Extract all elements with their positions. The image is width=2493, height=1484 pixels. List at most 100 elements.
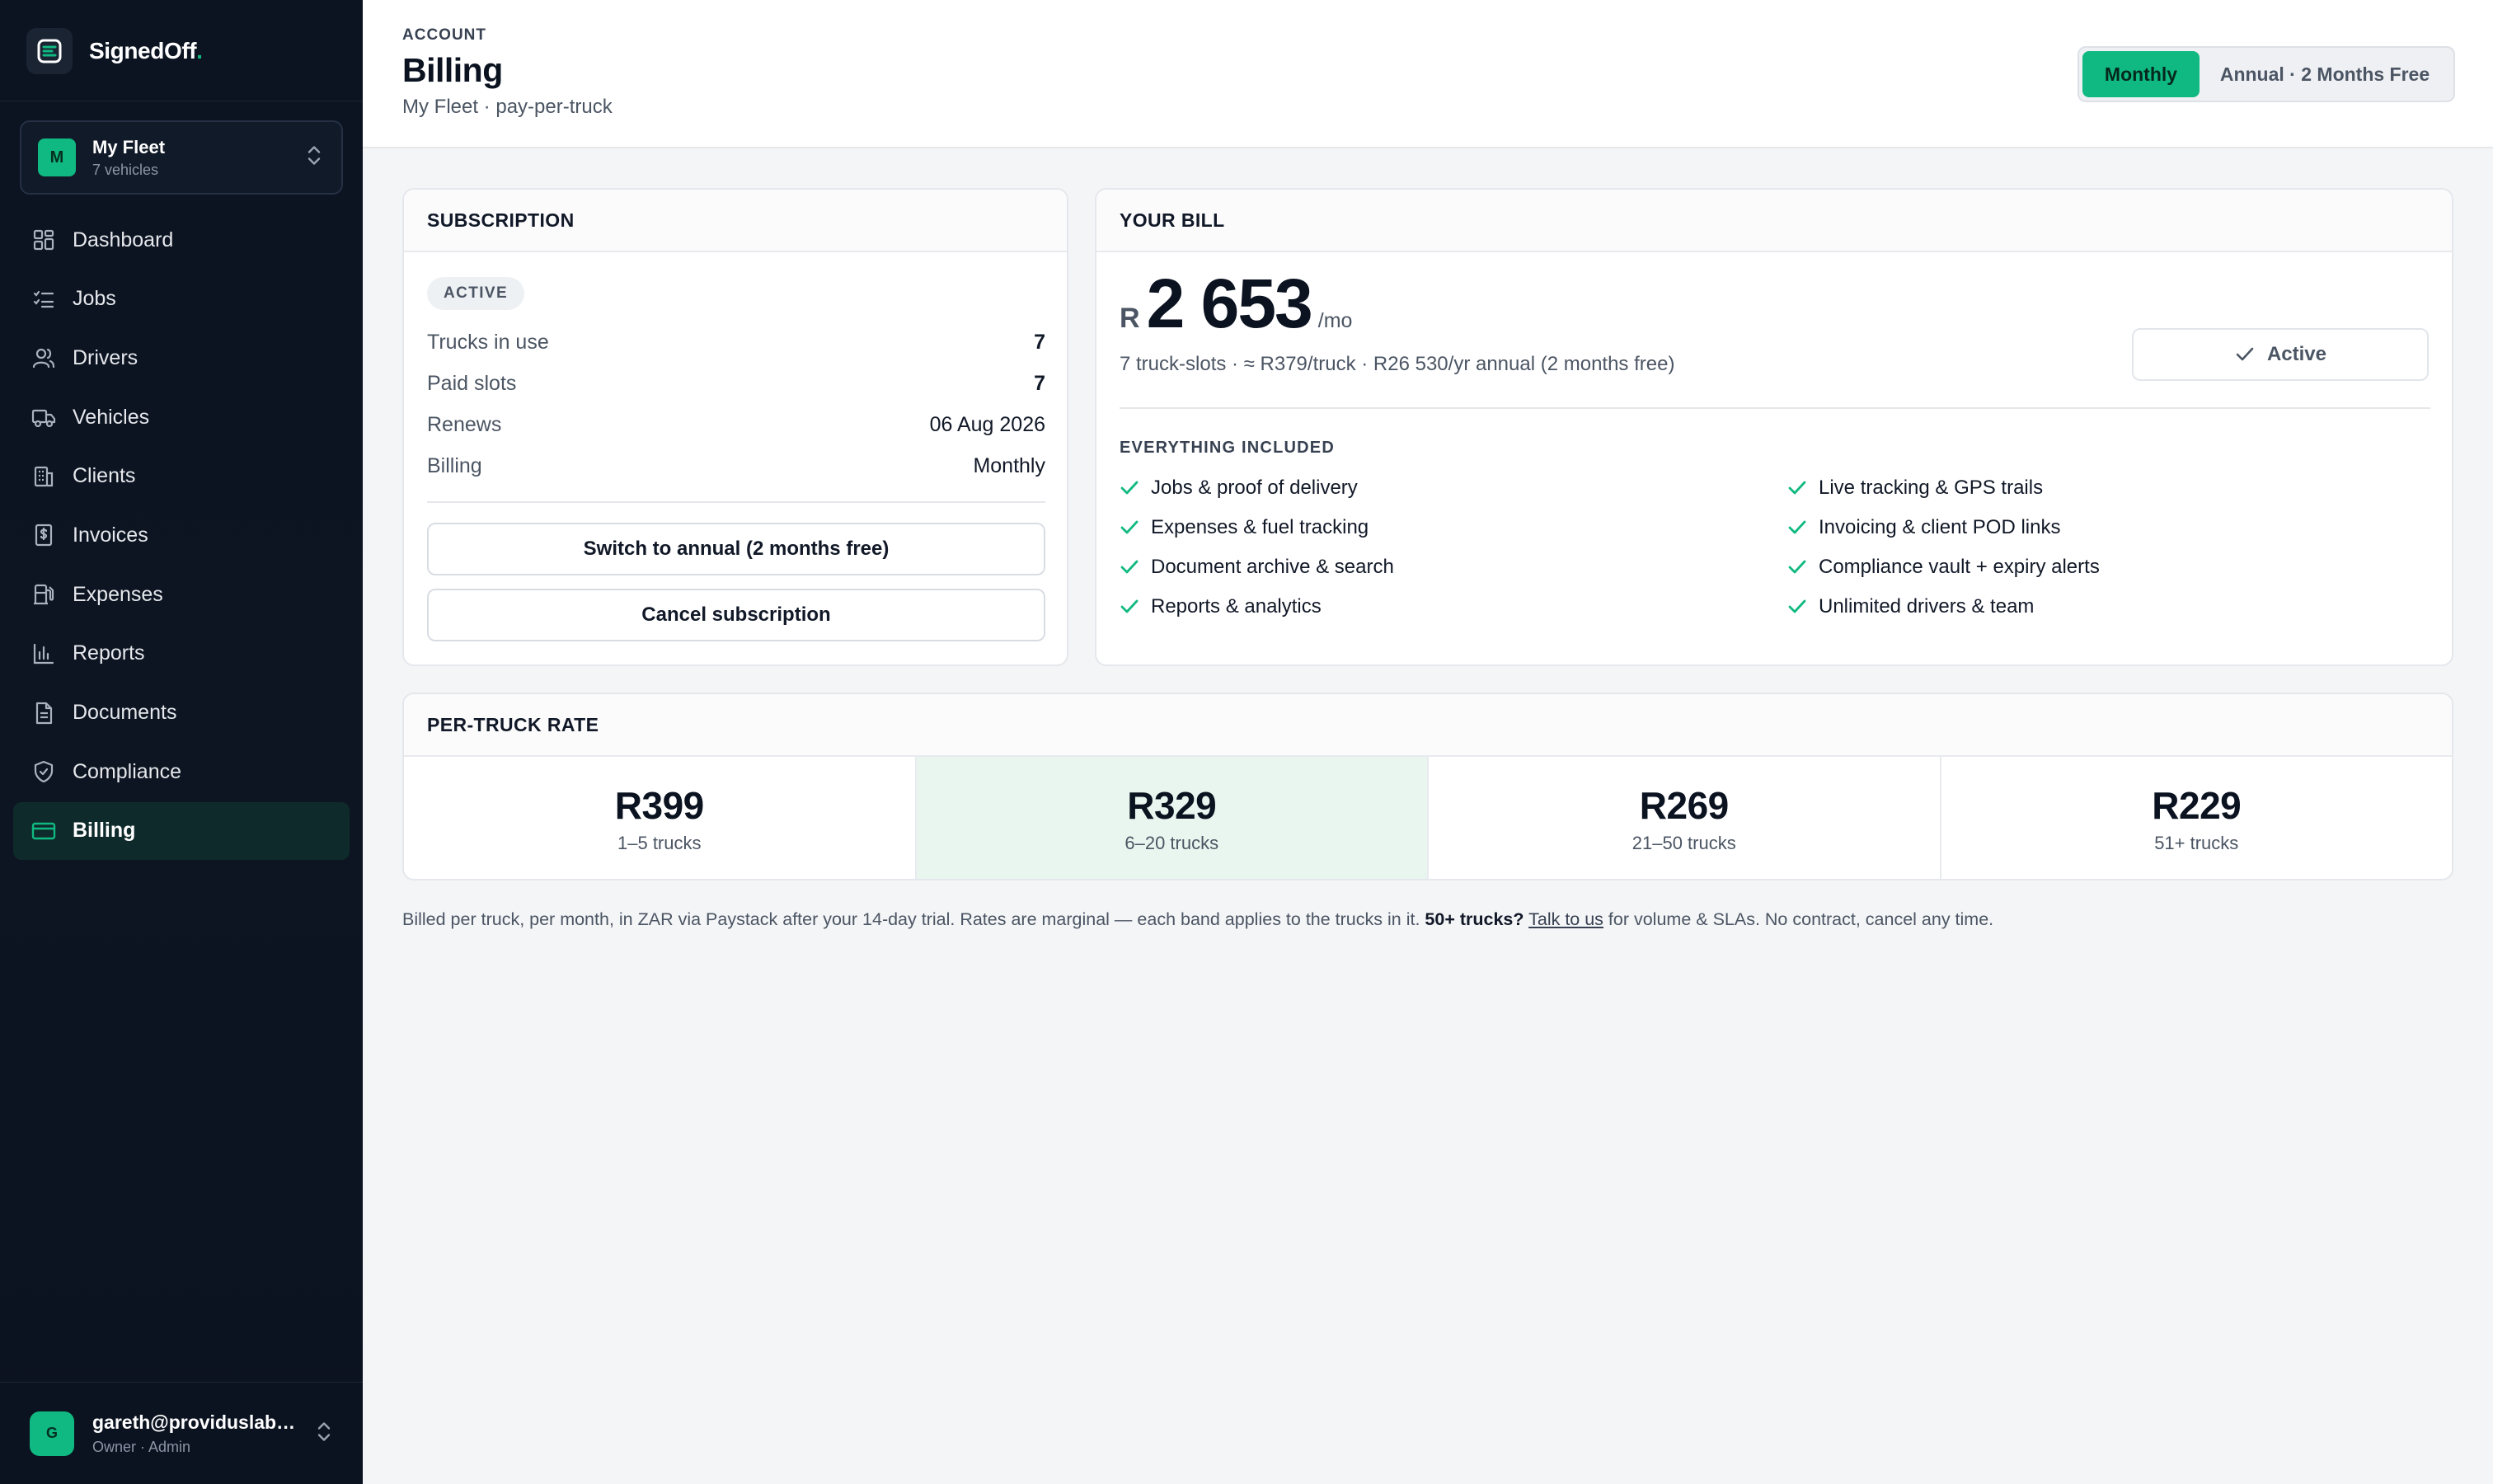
sidebar-item-dashboard[interactable]: Dashboard xyxy=(13,211,350,269)
fleet-switcher[interactable]: M My Fleet 7 vehicles xyxy=(20,120,343,195)
bill-price: R 2 653 /mo xyxy=(1120,269,1352,338)
feature-item: Document archive & search xyxy=(1120,556,1394,579)
shield-icon xyxy=(30,758,58,786)
cancel-subscription-button[interactable]: Cancel subscription xyxy=(427,589,1045,641)
bill-breakdown: 7 truck-slots · ≈ R379/truck · R26 530/y… xyxy=(1120,353,1675,375)
status-badge: ACTIVE xyxy=(427,277,525,310)
feature-label: Document archive & search xyxy=(1151,556,1394,578)
page-header: ACCOUNT Billing My Fleet · pay-per-truck… xyxy=(363,0,2493,148)
check-icon xyxy=(1120,518,1141,538)
feature-label: Expenses & fuel tracking xyxy=(1151,516,1369,538)
sidebar-item-reports[interactable]: Reports xyxy=(13,625,350,683)
detail-row: Billing Monthly xyxy=(427,454,1045,478)
sidebar-item-label: Reports xyxy=(73,641,145,665)
footnote-text: Billed per truck, per month, in ZAR via … xyxy=(402,909,1425,929)
page-title: Billing xyxy=(402,51,503,89)
rate-tier: R399 1–5 trucks xyxy=(404,757,917,879)
tier-range: 51+ trucks xyxy=(2154,833,2239,853)
signedoff-logo-icon xyxy=(26,28,73,74)
sidebar-item-label: Invoices xyxy=(73,523,148,547)
detail-row: Renews 06 Aug 2026 xyxy=(427,413,1045,437)
sidebar-item-drivers[interactable]: Drivers xyxy=(13,329,350,387)
feature-item: Jobs & proof of delivery xyxy=(1120,477,1358,500)
toggle-annual[interactable]: Annual · 2 Months Free xyxy=(2200,51,2450,97)
check-icon xyxy=(1120,597,1141,617)
tier-price: R329 xyxy=(1127,784,1217,827)
card-title: SUBSCRIPTION xyxy=(404,190,1067,252)
bar-chart-icon xyxy=(30,640,58,668)
divider xyxy=(427,501,1045,503)
building-icon xyxy=(30,463,58,491)
rate-tiers: R399 1–5 trucks R329 6–20 trucks R269 21… xyxy=(404,757,2453,879)
sidebar-item-invoices[interactable]: Invoices xyxy=(13,506,350,564)
price-period: /mo xyxy=(1317,309,1353,332)
sidebar: SignedOff. M My Fleet 7 vehicles Dashboa… xyxy=(0,0,363,1484)
feature-item: Compliance vault + expiry alerts xyxy=(1787,556,2100,579)
sidebar-item-label: Dashboard xyxy=(73,228,174,251)
truck-icon xyxy=(30,403,58,431)
check-icon xyxy=(1120,478,1141,498)
brand-name: SignedOff. xyxy=(89,38,203,63)
rate-tier: R229 51+ trucks xyxy=(1941,757,2453,879)
divider xyxy=(1120,407,2430,409)
toggle-monthly[interactable]: Monthly xyxy=(2082,51,2200,97)
sidebar-nav: Dashboard Jobs Drivers Vehicles Clients … xyxy=(13,211,350,862)
check-icon xyxy=(2234,344,2256,365)
subscription-card: SUBSCRIPTION ACTIVE Trucks in use 7 Paid… xyxy=(402,188,1068,666)
feature-label: Live tracking & GPS trails xyxy=(1819,477,2044,499)
detail-row: Trucks in use 7 xyxy=(427,331,1045,355)
sidebar-item-documents[interactable]: Documents xyxy=(13,684,350,742)
sidebar-item-label: Expenses xyxy=(73,582,163,606)
tier-range: 21–50 trucks xyxy=(1631,833,1736,853)
sidebar-item-billing[interactable]: Billing xyxy=(13,801,350,860)
sidebar-item-expenses[interactable]: Expenses xyxy=(13,566,350,623)
price-currency: R xyxy=(1120,303,1140,334)
detail-value: 7 xyxy=(1034,331,1045,354)
feature-label: Invoicing & client POD links xyxy=(1819,516,2061,538)
sidebar-item-label: Billing xyxy=(73,819,136,843)
your-bill-card: YOUR BILL R 2 653 /mo 7 truck-slots · ≈ … xyxy=(1095,188,2453,666)
invoice-icon xyxy=(30,521,58,549)
footnote-text: for volume & SLAs. No contract, cancel a… xyxy=(1603,909,1994,929)
footnote-emphasis: 50+ trucks? xyxy=(1425,909,1524,929)
sidebar-item-label: Jobs xyxy=(73,287,116,311)
brand[interactable]: SignedOff. xyxy=(26,26,203,76)
feature-item: Expenses & fuel tracking xyxy=(1120,516,1369,539)
tier-price: R399 xyxy=(614,784,704,827)
feature-item: Unlimited drivers & team xyxy=(1787,595,2034,618)
feature-label: Reports & analytics xyxy=(1151,595,1322,618)
user-menu[interactable]: G gareth@providuslabs.com Owner · Admin xyxy=(0,1382,363,1484)
chevron-up-down-icon xyxy=(315,1420,333,1447)
sidebar-item-clients[interactable]: Clients xyxy=(13,448,350,505)
tier-price: R229 xyxy=(2152,784,2242,827)
per-truck-rate-card: PER-TRUCK RATE R399 1–5 trucks R329 6–20… xyxy=(402,693,2453,881)
feature-label: Jobs & proof of delivery xyxy=(1151,477,1358,499)
detail-value: 06 Aug 2026 xyxy=(929,413,1045,436)
feature-label: Unlimited drivers & team xyxy=(1819,595,2035,618)
sidebar-item-vehicles[interactable]: Vehicles xyxy=(13,388,350,446)
price-amount: 2 653 xyxy=(1146,265,1313,342)
detail-value: 7 xyxy=(1034,372,1045,395)
jobs-icon xyxy=(30,285,58,313)
rate-tier: R269 21–50 trucks xyxy=(1429,757,1941,879)
sidebar-item-jobs[interactable]: Jobs xyxy=(13,270,350,328)
tier-range: 1–5 trucks xyxy=(617,833,702,853)
page-subtitle: My Fleet · pay-per-truck xyxy=(402,96,613,118)
user-avatar: G xyxy=(30,1411,74,1456)
active-status-button: Active xyxy=(2132,328,2429,381)
included-heading: EVERYTHING INCLUDED xyxy=(1120,439,1335,457)
tier-range: 6–20 trucks xyxy=(1124,833,1219,853)
billing-footnote: Billed per truck, per month, in ZAR via … xyxy=(402,909,2453,930)
switch-to-annual-button[interactable]: Switch to annual (2 months free) xyxy=(427,523,1045,575)
talk-to-us-link[interactable]: Talk to us xyxy=(1528,909,1603,929)
detail-label: Trucks in use xyxy=(427,331,549,354)
sidebar-item-label: Documents xyxy=(73,701,177,724)
detail-label: Billing xyxy=(427,454,482,477)
check-icon xyxy=(1787,557,1809,577)
feature-item: Reports & analytics xyxy=(1120,595,1322,618)
chevron-up-down-icon xyxy=(305,144,323,171)
card-title: YOUR BILL xyxy=(1096,190,2452,252)
sidebar-item-compliance[interactable]: Compliance xyxy=(13,743,350,801)
drivers-icon xyxy=(30,344,58,372)
fuel-icon xyxy=(30,580,58,608)
